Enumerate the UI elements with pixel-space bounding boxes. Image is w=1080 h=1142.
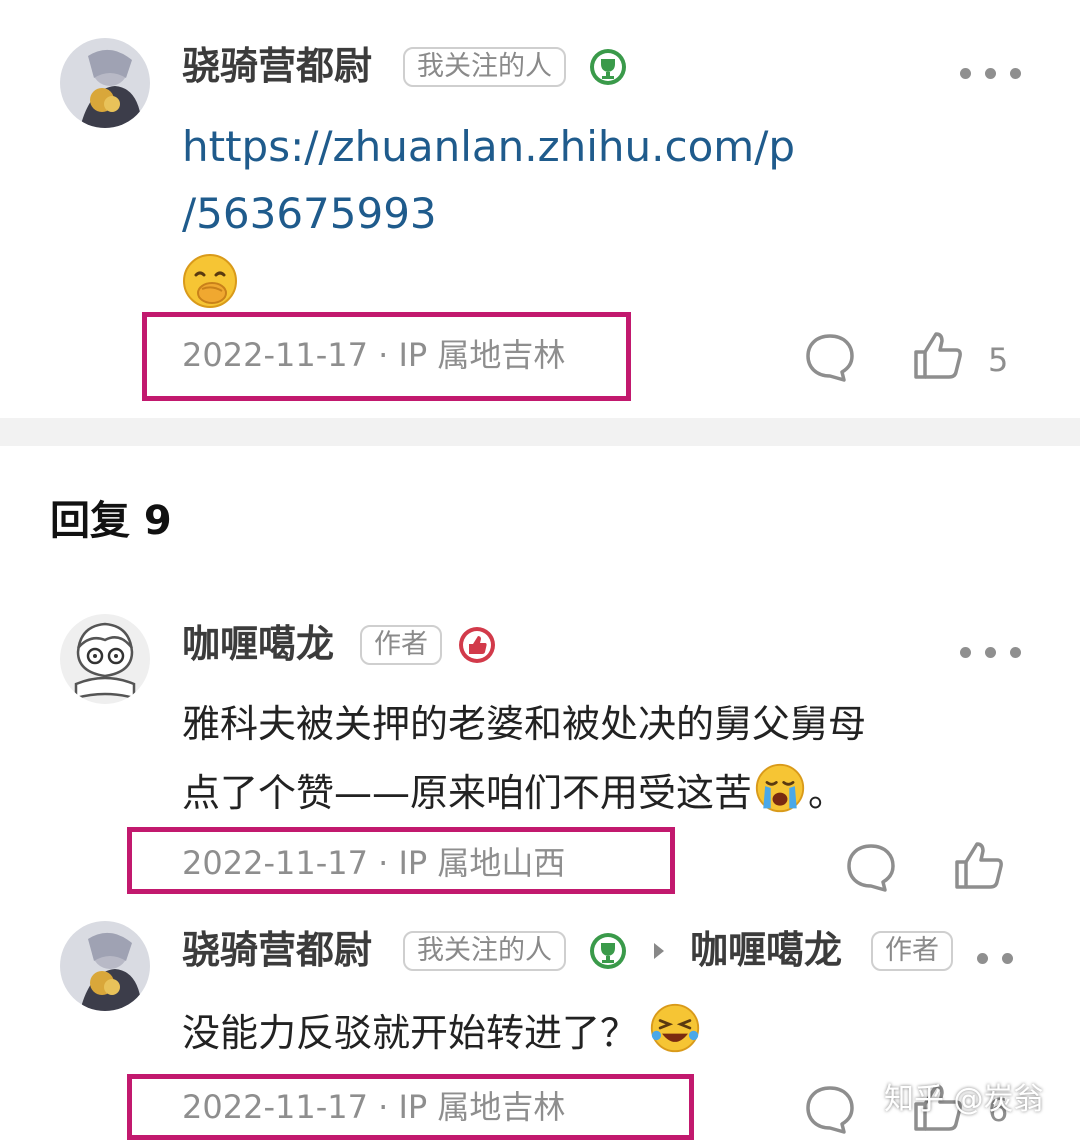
more-options-icon[interactable] — [960, 56, 1035, 79]
giggle-emoji — [182, 253, 238, 309]
zhihu-watermark: 知乎 @炭翁 — [884, 1082, 1044, 1117]
author-tag: 作者 — [360, 625, 442, 665]
more-options-icon[interactable] — [977, 941, 1027, 964]
crying-emoji — [752, 762, 808, 813]
like-icon[interactable] — [912, 330, 964, 382]
avatar-user-1[interactable] — [60, 921, 150, 1011]
reply-meta: 2022-11-17 · IP 属地吉林 — [182, 1088, 566, 1126]
comment-icon[interactable] — [804, 332, 856, 384]
article-link[interactable]: https://zhuanlan.zhihu.com/p — [182, 114, 795, 180]
comment-icon[interactable] — [845, 842, 897, 894]
reply-text-line: 点了个赞——原来咱们不用受这苦 。 — [182, 762, 846, 821]
thumb-badge-icon[interactable] — [458, 626, 496, 664]
reply-text-line: 没能力反驳就开始转进了？ — [182, 1002, 702, 1061]
username[interactable]: 骁骑营都尉 — [182, 928, 372, 972]
laughing-emoji — [638, 1002, 702, 1053]
like-count: 5 — [988, 341, 1009, 379]
more-options-icon[interactable] — [960, 635, 1035, 658]
reply-meta: 2022-11-17 · IP 属地山西 — [182, 844, 566, 882]
article-link-continued[interactable]: /563675993 — [182, 181, 437, 247]
author-tag: 作者 — [871, 931, 953, 971]
username[interactable]: 骁骑营都尉 — [182, 44, 372, 88]
following-tag: 我关注的人 — [403, 47, 566, 87]
section-divider — [0, 418, 1080, 446]
trophy-badge-icon[interactable] — [589, 48, 627, 86]
comment-meta: 2022-11-17 · IP 属地吉林 — [182, 336, 566, 374]
trophy-badge-icon[interactable] — [589, 932, 627, 970]
following-tag: 我关注的人 — [403, 931, 566, 971]
reply-text-line: 雅科夫被关押的老婆和被处决的舅父舅母 — [182, 702, 867, 746]
reply-to-username[interactable]: 咖喱噶龙 — [690, 928, 842, 972]
reply-to-arrow-icon — [654, 943, 664, 959]
avatar-user-1[interactable] — [60, 38, 150, 128]
replies-header: 回复 9 — [50, 498, 172, 544]
like-icon[interactable] — [953, 840, 1005, 892]
avatar-user-2[interactable] — [60, 614, 150, 704]
comment-icon[interactable] — [804, 1084, 856, 1136]
username[interactable]: 咖喱噶龙 — [182, 622, 334, 666]
